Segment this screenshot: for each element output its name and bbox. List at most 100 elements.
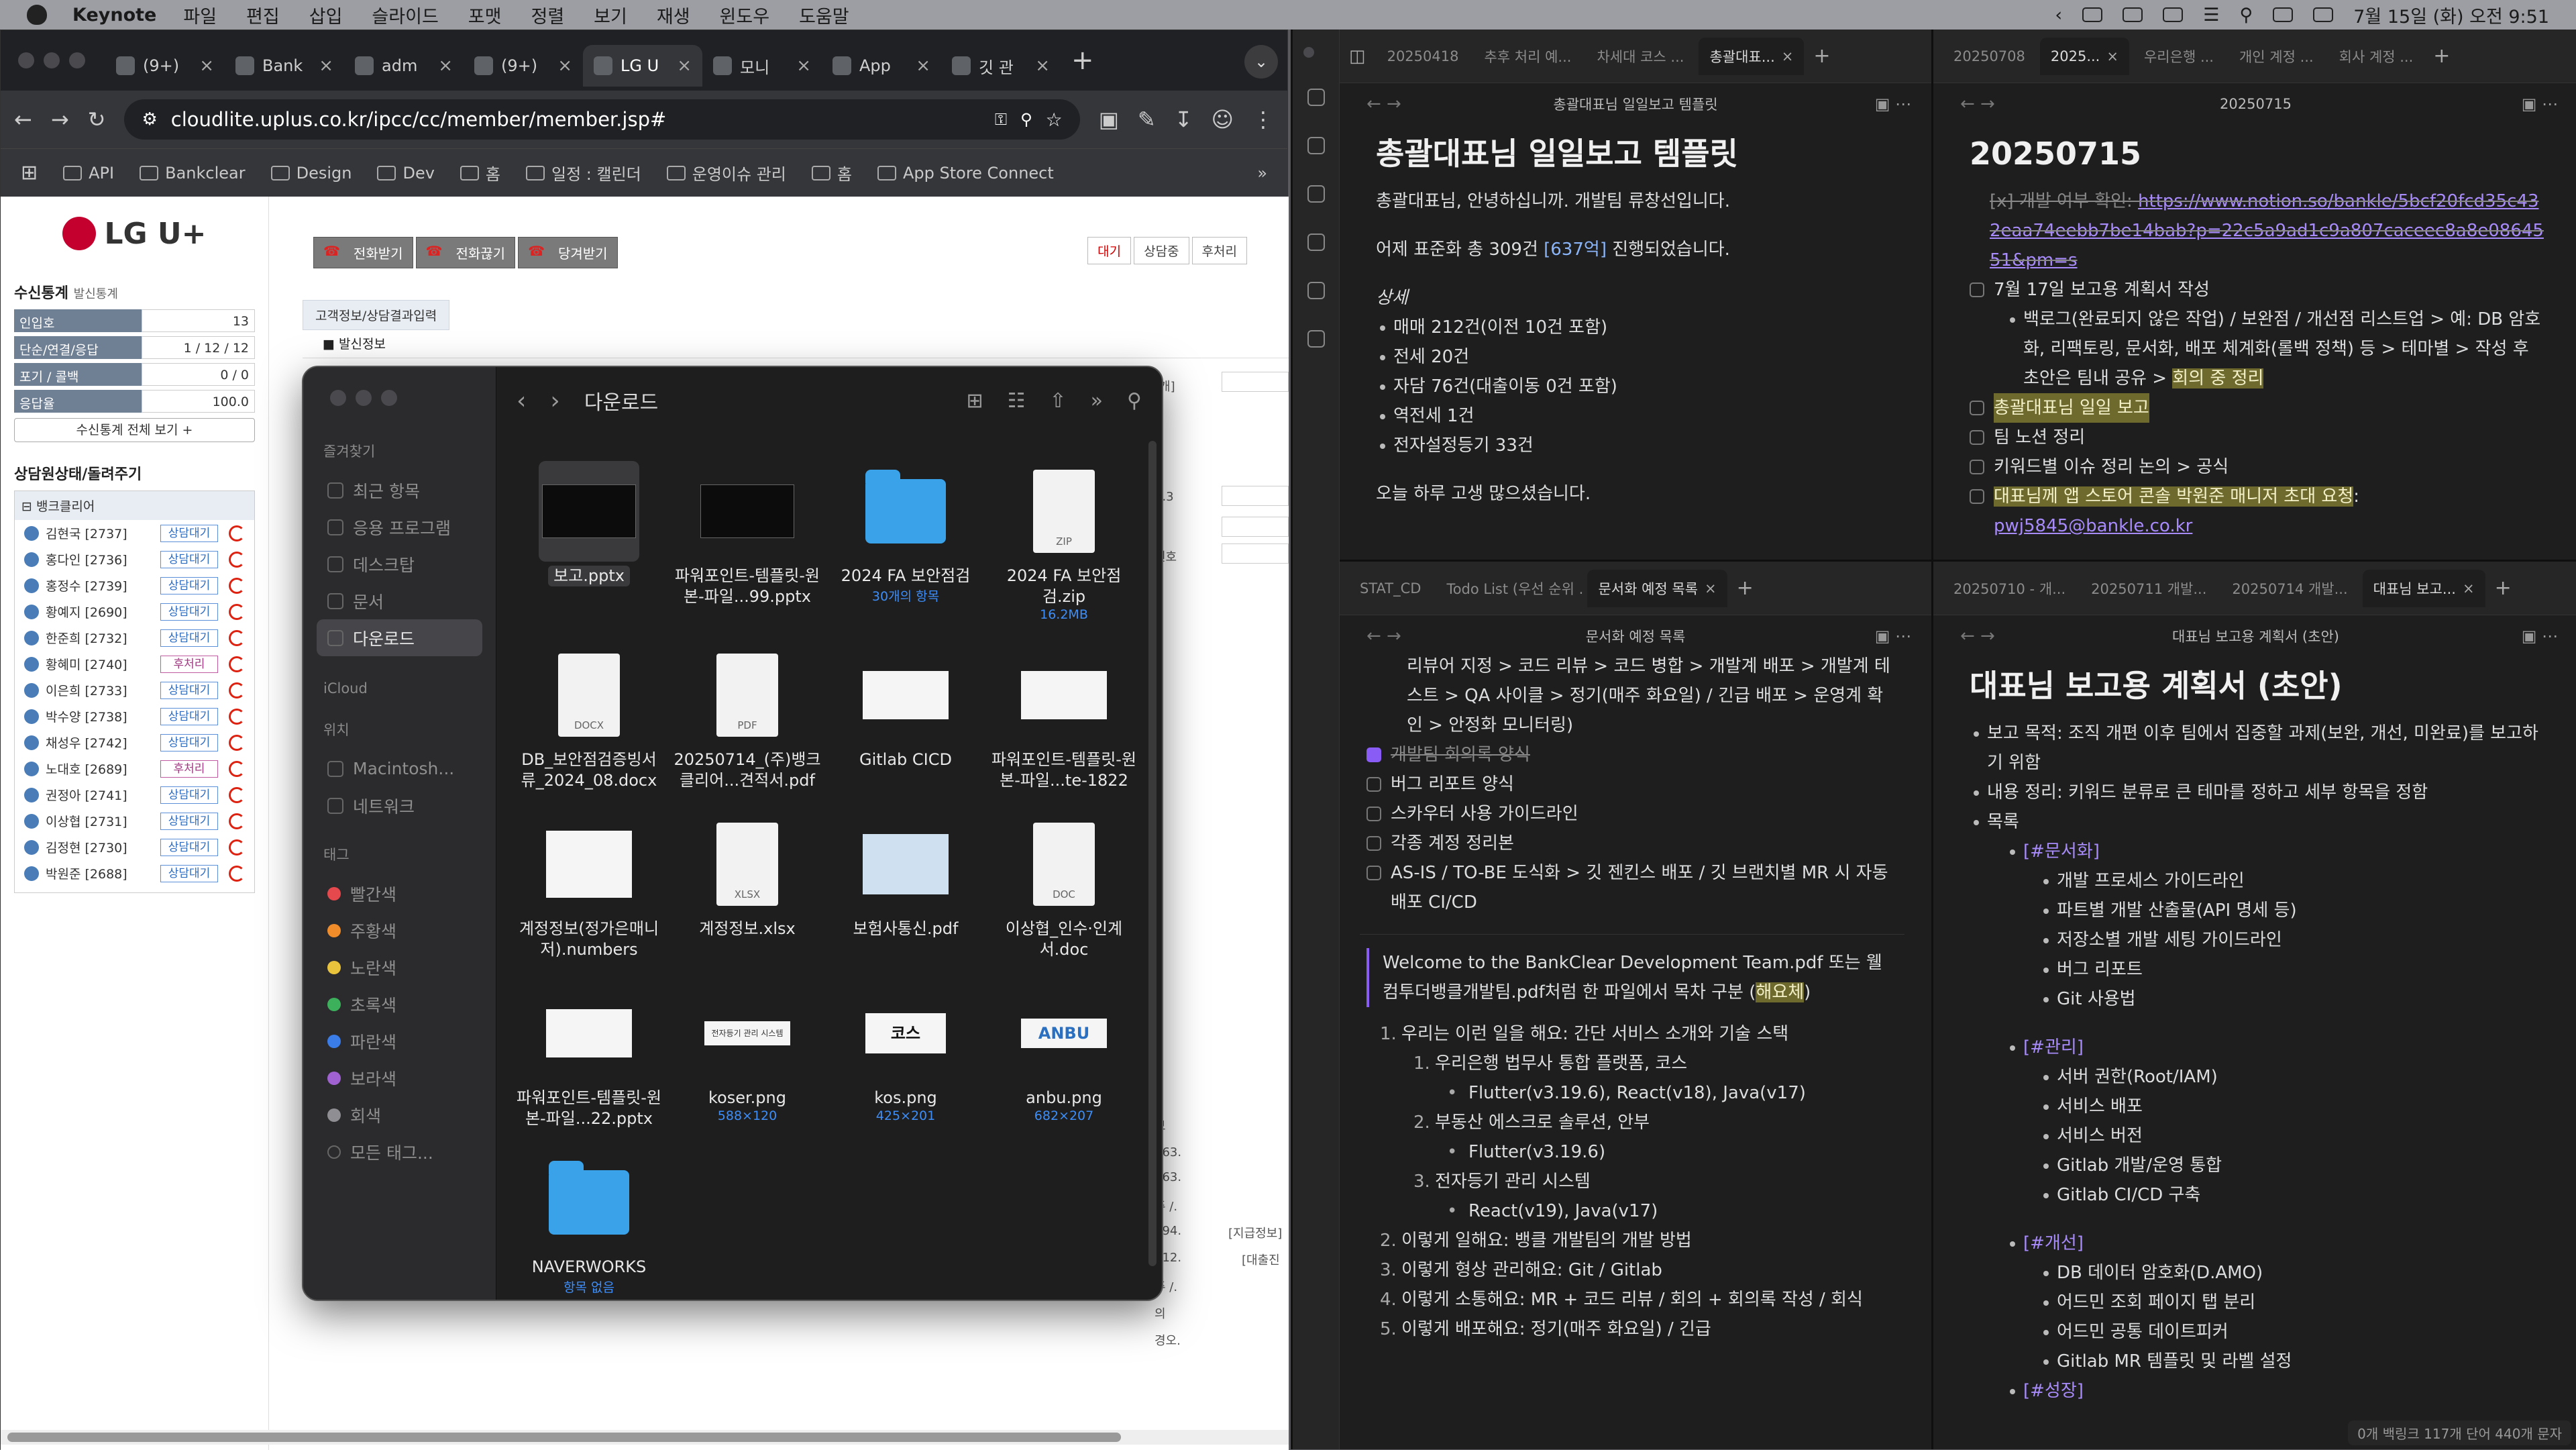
canvas-icon[interactable] bbox=[1307, 234, 1325, 251]
close-tab-icon[interactable]: × bbox=[1705, 580, 1717, 597]
sidebar-item-network[interactable]: 네트워크 bbox=[317, 787, 482, 824]
checked-checkbox[interactable] bbox=[1366, 747, 1381, 762]
sidebar-item-macintosh[interactable]: Macintosh... bbox=[317, 750, 482, 787]
close-button[interactable] bbox=[330, 390, 346, 406]
agent-row[interactable]: 김현국 [2737] 상담대기 bbox=[15, 520, 254, 546]
agent-row[interactable]: 황예지 [2690] 상담대기 bbox=[15, 599, 254, 625]
agent-row[interactable]: 권정아 [2741] 상담대기 bbox=[15, 782, 254, 808]
hang-up-button[interactable]: 전화끊기 bbox=[415, 237, 516, 268]
nav-arrows-icon[interactable]: ← → bbox=[1960, 626, 1995, 646]
more-menu-icon[interactable]: ⋮ bbox=[1252, 107, 1274, 132]
tag-link[interactable]: [#문서화] bbox=[2023, 841, 2100, 862]
new-tab-button[interactable]: + bbox=[1071, 45, 1094, 76]
menu-view[interactable]: 보기 bbox=[594, 2, 627, 28]
file-item[interactable]: PDF 20250714_(주)뱅크클리어...견적서.pdf bbox=[668, 645, 826, 791]
browser-tab[interactable]: Bank × bbox=[225, 45, 344, 87]
nav-arrows-icon[interactable]: ← → bbox=[1366, 626, 1401, 646]
new-tab-button[interactable]: + bbox=[2433, 44, 2450, 68]
sidebar-tag[interactable]: 모든 태그... bbox=[317, 1133, 482, 1170]
agent-row[interactable]: 황혜미 [2740] 후처리 bbox=[15, 651, 254, 677]
file-item[interactable]: 보험사통신.pdf bbox=[826, 814, 985, 960]
agent-state-badge[interactable]: 상담대기 bbox=[160, 786, 218, 804]
tab-customer-info[interactable]: 고객정보/상담결과입력 bbox=[303, 300, 450, 330]
agent-state-badge[interactable]: 상담대기 bbox=[160, 838, 218, 856]
transfer-call-icon[interactable] bbox=[229, 551, 245, 568]
agent-state-badge[interactable]: 상담대기 bbox=[160, 576, 218, 594]
close-tab-icon[interactable]: × bbox=[319, 56, 333, 76]
bookmark-ops-issues[interactable]: 운영이슈 관리 bbox=[666, 161, 786, 185]
chevron-left-icon[interactable]: ‹ bbox=[2055, 5, 2062, 25]
close-tab-icon[interactable]: × bbox=[1035, 56, 1050, 76]
nav-arrows-icon[interactable]: ← → bbox=[1960, 94, 1995, 114]
sidebar-item-recents[interactable]: 최근 항목 bbox=[317, 472, 482, 509]
menu-play[interactable]: 재생 bbox=[657, 2, 690, 28]
file-item[interactable]: Gitlab CICD bbox=[826, 645, 985, 791]
sidebar-item-downloads[interactable]: 다운로드 bbox=[317, 619, 482, 656]
agent-row[interactable]: 이은희 [2733] 상담대기 bbox=[15, 677, 254, 703]
horizontal-scrollbar[interactable] bbox=[1, 1430, 1289, 1445]
note-body[interactable]: 리뷰어 지정 > 코드 리뷰 > 코드 병합 > 개발계 배포 > 개발계 테스… bbox=[1340, 656, 1931, 1449]
agent-group[interactable]: ⊟ 뱅크클리어 bbox=[15, 491, 254, 520]
siri-icon[interactable] bbox=[2313, 7, 2334, 22]
checkbox[interactable] bbox=[1366, 836, 1381, 851]
transfer-call-icon[interactable] bbox=[229, 603, 245, 620]
file-item[interactable]: ANBU anbu.png 682×207 bbox=[985, 983, 1143, 1129]
menu-app-name[interactable]: Keynote bbox=[72, 5, 156, 25]
file-item[interactable]: NAVERWORKS 항목 없음 bbox=[510, 1152, 668, 1296]
close-tab-icon[interactable]: × bbox=[1782, 48, 1794, 64]
new-tab-button[interactable]: + bbox=[2495, 576, 2512, 600]
sidebar-tag[interactable]: 초록색 bbox=[317, 986, 482, 1023]
battery-icon[interactable] bbox=[2082, 7, 2103, 22]
file-item[interactable]: DOCX DB_보안점검증빙서류_2024_08.docx bbox=[510, 645, 668, 791]
close-tab-icon[interactable]: × bbox=[557, 56, 572, 76]
tab-personal-accounts[interactable]: 개인 계정 ... bbox=[2229, 38, 2324, 75]
agent-state-badge[interactable]: 상담대기 bbox=[160, 812, 218, 830]
transfer-call-icon[interactable] bbox=[229, 786, 245, 803]
agent-row[interactable]: 한준희 [2732] 상담대기 bbox=[15, 625, 254, 651]
graph-icon[interactable] bbox=[1307, 185, 1325, 203]
checkbox[interactable] bbox=[1970, 282, 1984, 297]
note-body[interactable]: 총괄대표님 일일보고 템플릿 총괄대표님, 안녕하십니까. 개발팀 류창선입니다… bbox=[1340, 125, 1931, 560]
scrollbar-thumb[interactable] bbox=[7, 1433, 1121, 1442]
file-item[interactable]: 파워포인트-템플릿-원본-파일...99.pptx bbox=[668, 461, 826, 622]
state-in-call[interactable]: 상담중 bbox=[1134, 237, 1189, 264]
transfer-call-icon[interactable] bbox=[229, 629, 245, 646]
pickup-call-button[interactable]: 당겨받기 bbox=[518, 237, 618, 268]
bookmark-app-store-connect[interactable]: App Store Connect bbox=[877, 164, 1054, 183]
tab-20250714[interactable]: 20250714 개발... bbox=[2221, 570, 2358, 607]
forward-icon[interactable]: → bbox=[51, 107, 69, 132]
bookmark-api[interactable]: API bbox=[63, 164, 114, 183]
close-button[interactable] bbox=[1303, 47, 1314, 58]
menu-insert[interactable]: 삽입 bbox=[309, 2, 343, 28]
tab-20250708[interactable]: 20250708 bbox=[1943, 38, 2036, 75]
note-body[interactable]: 20250715 [x] 개발 여부 확인: https://www.notio… bbox=[1933, 125, 2576, 560]
transfer-call-icon[interactable] bbox=[229, 734, 245, 751]
agent-row[interactable]: 홍정수 [2739] 상담대기 bbox=[15, 572, 254, 599]
download-icon[interactable]: ↧ bbox=[1175, 107, 1193, 132]
agent-state-badge[interactable]: 상담대기 bbox=[160, 733, 218, 752]
tab-2025[interactable]: 2025... × bbox=[2039, 37, 2129, 75]
form-input[interactable] bbox=[1222, 372, 1289, 392]
bookmark-dev[interactable]: Dev bbox=[377, 164, 435, 183]
file-item[interactable]: 코스 kos.png 425×201 bbox=[826, 983, 985, 1129]
agent-row[interactable]: 이상협 [2731] 상담대기 bbox=[15, 808, 254, 834]
nav-arrows-icon[interactable]: ← → bbox=[1366, 94, 1401, 114]
agent-state-badge[interactable]: 상담대기 bbox=[160, 629, 218, 647]
close-tab-icon[interactable]: × bbox=[796, 56, 811, 76]
stats-full-button[interactable]: 수신통계 전체 보기 + bbox=[14, 418, 255, 442]
close-tab-icon[interactable]: × bbox=[677, 56, 692, 76]
search-icon[interactable]: ⚲ bbox=[2239, 5, 2253, 25]
more-icon[interactable]: » bbox=[1091, 389, 1103, 413]
zoom-icon[interactable]: ⚲ bbox=[1020, 110, 1032, 129]
browser-tab[interactable]: LG U × bbox=[583, 45, 702, 87]
site-info-icon[interactable]: ⚙ bbox=[142, 109, 157, 130]
close-tab-icon[interactable]: × bbox=[2463, 580, 2475, 597]
note-more-icon[interactable]: ▣ ⋯ bbox=[1875, 627, 1911, 645]
state-after-call[interactable]: 후처리 bbox=[1191, 237, 1247, 264]
tag-link[interactable]: [#개선] bbox=[2023, 1233, 2084, 1253]
profile-icon[interactable]: ☺ bbox=[1212, 107, 1234, 132]
file-item[interactable]: 파워포인트-템플릿-원본-파일...22.pptx bbox=[510, 983, 668, 1129]
checkbox[interactable] bbox=[1970, 489, 1984, 504]
close-button[interactable] bbox=[18, 52, 34, 68]
agent-state-badge[interactable]: 후처리 bbox=[160, 655, 218, 673]
